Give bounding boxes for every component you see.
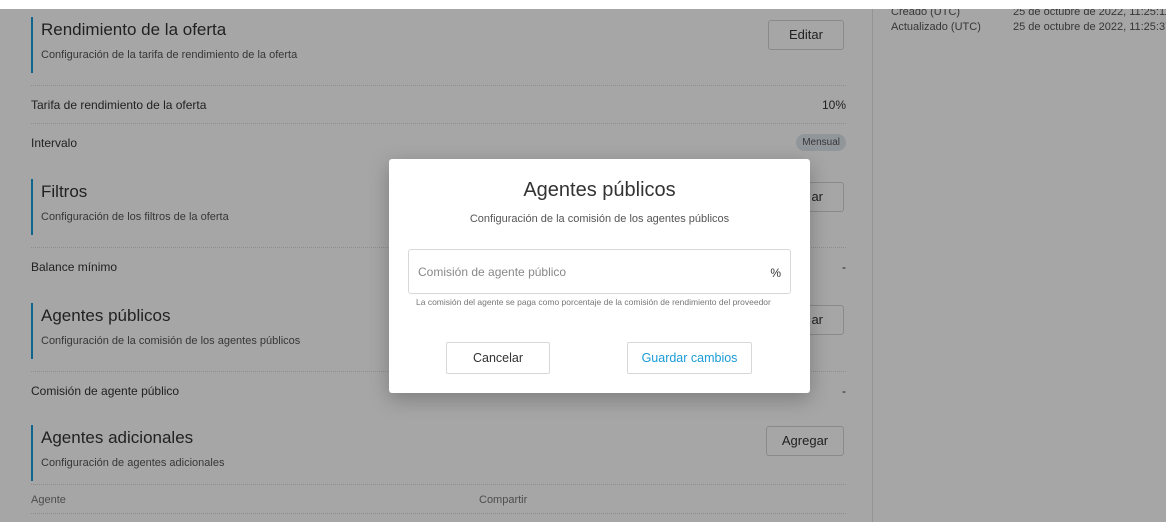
percent-suffix: % — [770, 266, 781, 280]
public-agents-dialog: Agentes públicos Configuración de la com… — [389, 159, 810, 393]
commission-input[interactable] — [409, 250, 749, 293]
commission-field[interactable]: % — [408, 249, 791, 294]
dialog-title: Agentes públicos — [523, 179, 676, 201]
commission-hint: La comisión del agente se paga como porc… — [416, 297, 771, 307]
save-changes-button[interactable]: Guardar cambios — [627, 342, 752, 374]
top-edge — [0, 0, 1166, 9]
cancel-button[interactable]: Cancelar — [446, 342, 550, 374]
dialog-subtitle: Configuración de la comisión de los agen… — [469, 213, 730, 225]
page: Rendimiento de la oferta Configuración d… — [0, 0, 1166, 522]
